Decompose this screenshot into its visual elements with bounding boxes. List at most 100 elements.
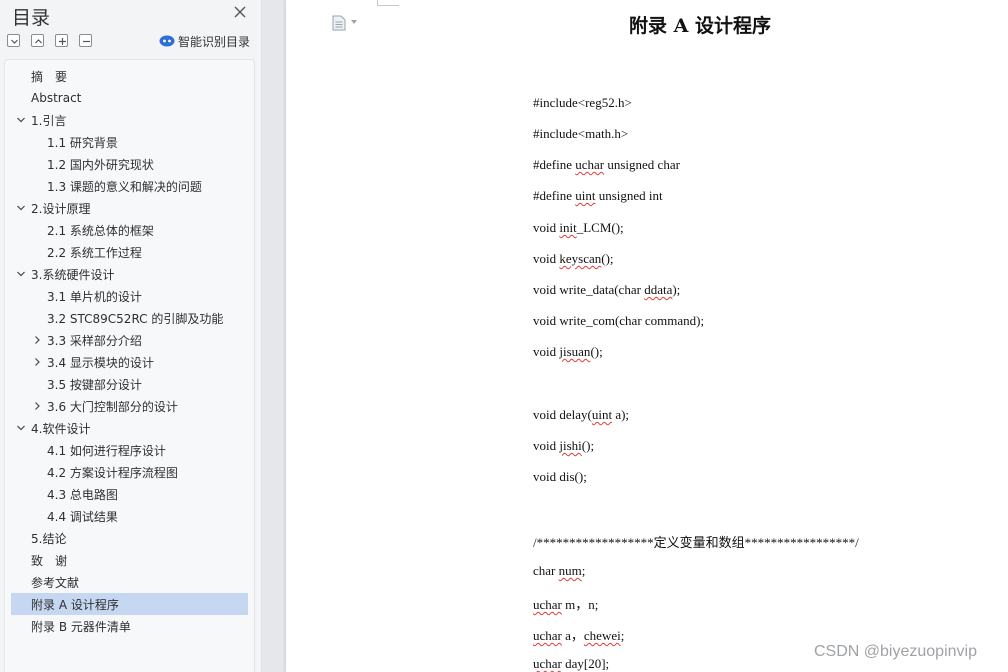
chevron-down-icon[interactable] <box>16 203 26 213</box>
toc-item-2-2[interactable]: 2.2 系统工作过程 <box>11 241 248 263</box>
chevron-right-icon[interactable] <box>32 401 42 411</box>
toc-item-abstract-en[interactable]: Abstract <box>11 87 248 109</box>
chevron-down-icon[interactable] <box>16 115 26 125</box>
code-line: void dis(); <box>533 469 587 485</box>
code-text: (); <box>590 344 603 359</box>
code-text: void <box>533 344 560 359</box>
toc-item-4-4[interactable]: 4.4 调试结果 <box>11 505 248 527</box>
code-text: ); <box>672 282 681 297</box>
toc-item-1-2[interactable]: 1.2 国内外研究现状 <box>11 153 248 175</box>
toc-item-label: 1.引言 <box>31 113 67 128</box>
toc-item-label: 附录 B 元器件清单 <box>31 619 131 634</box>
toc-item-chapter-5[interactable]: 5.结论 <box>11 527 248 549</box>
chevron-down-icon[interactable] <box>16 423 26 433</box>
code-line: /******************定义变量和数组**************… <box>533 532 859 551</box>
toc-item-appendix-a[interactable]: 附录 A 设计程序 <box>11 593 248 615</box>
toc-list: 摘 要 Abstract 1.引言 1.1 研究背景 1.2 国内外研究现状 1… <box>4 59 255 672</box>
toc-item-1-1[interactable]: 1.1 研究背景 <box>11 131 248 153</box>
code-line: void init_LCM(); <box>533 220 624 236</box>
toc-item-3-6[interactable]: 3.6 大门控制部分的设计 <box>11 395 248 417</box>
toc-item-chapter-3[interactable]: 3.系统硬件设计 <box>11 263 248 285</box>
toc-item-4-2[interactable]: 4.2 方案设计程序流程图 <box>11 461 248 483</box>
code-text: day[20]; <box>561 656 610 671</box>
toc-item-label: 3.6 大门控制部分的设计 <box>47 399 178 414</box>
code-line: #include<reg52.h> <box>533 95 632 111</box>
collapse-all-button[interactable] <box>7 34 20 47</box>
spellcheck-flagged-word: ddata <box>644 282 673 297</box>
document-page[interactable] <box>286 0 1008 672</box>
toc-item-appendix-b[interactable]: 附录 B 元器件清单 <box>11 615 248 637</box>
toc-item-2-1[interactable]: 2.1 系统总体的框架 <box>11 219 248 241</box>
chevron-right-icon[interactable] <box>32 357 42 367</box>
code-line: uchar day[20]; <box>533 656 609 672</box>
spellcheck-flagged-word: jisuan <box>559 344 591 359</box>
add-heading-button[interactable] <box>55 34 68 47</box>
toc-item-label: 4.4 调试结果 <box>47 509 118 524</box>
code-text: (); <box>601 251 614 266</box>
code-text: a); <box>612 407 630 422</box>
chevron-right-icon[interactable] <box>32 335 42 345</box>
toc-item-label: 2.1 系统总体的框架 <box>47 223 154 238</box>
toc-item-1-3[interactable]: 1.3 课题的意义和解决的问题 <box>11 175 248 197</box>
toc-item-3-2[interactable]: 3.2 STC89C52RC 的引脚及功能 <box>11 307 248 329</box>
toc-item-chapter-1[interactable]: 1.引言 <box>11 109 248 131</box>
toc-item-label: 1.3 课题的意义和解决的问题 <box>47 179 202 194</box>
expand-all-button[interactable] <box>31 34 44 47</box>
plus-icon <box>59 38 66 45</box>
page-corner-mark <box>377 0 399 6</box>
toc-item-3-3[interactable]: 3.3 采样部分介绍 <box>11 329 248 351</box>
toc-title: 目录 <box>12 7 51 29</box>
toc-item-4-1[interactable]: 4.1 如何进行程序设计 <box>11 439 248 461</box>
minus-icon <box>83 40 90 43</box>
toc-item-label: 2.设计原理 <box>31 201 91 216</box>
toc-item-4-3[interactable]: 4.3 总电路图 <box>11 483 248 505</box>
code-text: #include<math.h> <box>533 126 629 141</box>
toc-item-references[interactable]: 参考文献 <box>11 571 248 593</box>
toc-item-3-4[interactable]: 3.4 显示模块的设计 <box>11 351 248 373</box>
code-text: (); <box>581 438 595 453</box>
toc-item-chapter-4[interactable]: 4.软件设计 <box>11 417 248 439</box>
chevron-down-icon[interactable] <box>16 269 26 279</box>
close-icon[interactable] <box>233 5 247 19</box>
code-text: unsigned char <box>604 157 680 172</box>
toc-pane: 目录 智能识别目录 摘 要 Abstract 1.引言 1.1 研究背景 1.2… <box>0 0 262 672</box>
spellcheck-flagged-word: uint <box>575 188 596 203</box>
document-heading: 附录 A 设计程序 <box>629 15 771 37</box>
toc-item-label: 5.结论 <box>31 531 67 546</box>
toc-item-abstract-cn[interactable]: 摘 要 <box>11 65 248 87</box>
toc-item-chapter-2[interactable]: 2.设计原理 <box>11 197 248 219</box>
spellcheck-flagged-word: num <box>558 563 582 578</box>
toc-item-3-5[interactable]: 3.5 按键部分设计 <box>11 373 248 395</box>
remove-heading-button[interactable] <box>79 34 92 47</box>
code-line: void delay(uint a); <box>533 407 629 423</box>
code-line: void write_data(char ddata); <box>533 282 680 298</box>
toc-item-label: 1.2 国内外研究现状 <box>47 157 154 172</box>
spellcheck-flagged-word: uchar <box>533 597 562 612</box>
toc-item-label: 4.2 方案设计程序流程图 <box>47 465 178 480</box>
toc-item-label: 3.系统硬件设计 <box>31 267 115 282</box>
code-line: uchar a，chewei; <box>533 625 624 644</box>
toc-item-label: 3.2 STC89C52RC 的引脚及功能 <box>47 311 224 326</box>
code-text: _LCM(); <box>576 220 624 235</box>
code-text: ; <box>581 563 586 578</box>
toc-item-label: 4.1 如何进行程序设计 <box>47 443 166 458</box>
code-line: char num; <box>533 563 585 579</box>
watermark: CSDN @biyezuopinvip <box>814 643 977 660</box>
code-line: void keyscan(); <box>533 251 614 267</box>
toc-item-label: 附录 A 设计程序 <box>31 597 119 612</box>
spellcheck-flagged-word: uchar <box>533 656 562 671</box>
toc-item-label: 2.2 系统工作过程 <box>47 245 142 260</box>
code-line: #define uint unsigned int <box>533 188 663 204</box>
code-text: void write_com(char command); <box>533 313 705 328</box>
toc-item-3-1[interactable]: 3.1 单片机的设计 <box>11 285 248 307</box>
toc-item-acknowledgement[interactable]: 致 谢 <box>11 549 248 571</box>
toc-item-label: 3.4 显示模块的设计 <box>47 355 154 370</box>
caret-down-icon[interactable] <box>351 20 357 24</box>
smart-toc-button[interactable]: 智能识别目录 <box>159 33 250 49</box>
chevron-up-icon <box>35 39 42 44</box>
toc-item-label: 3.3 采样部分介绍 <box>47 333 142 348</box>
document-icon[interactable] <box>332 15 346 31</box>
code-line: void write_com(char command); <box>533 313 704 329</box>
chevron-down-icon <box>11 39 18 44</box>
code-text: char <box>533 563 559 578</box>
